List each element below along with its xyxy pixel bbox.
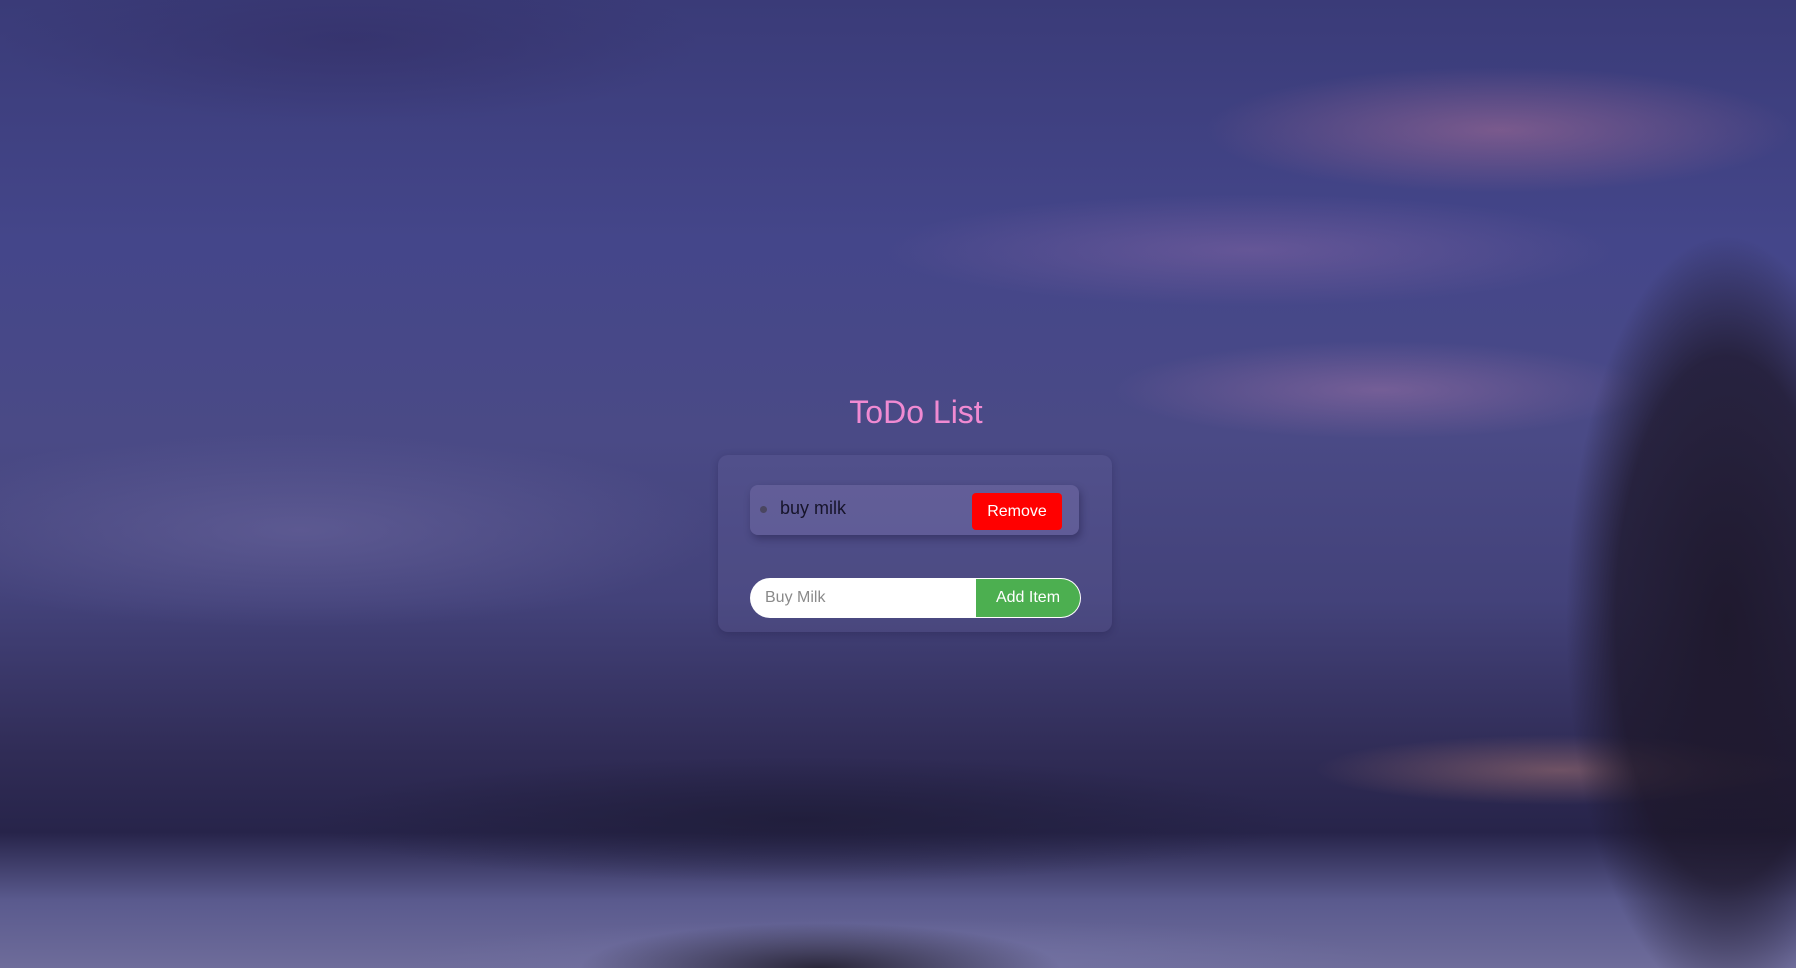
page-title: ToDo List: [849, 394, 983, 430]
todo-item-text: buy milk: [780, 498, 847, 518]
new-item-input[interactable]: [750, 578, 976, 618]
todo-item: buy milk Remove: [750, 485, 1079, 535]
bullet-icon: [760, 506, 767, 513]
remove-button[interactable]: Remove: [972, 493, 1062, 530]
todo-card: buy milk Remove Add Item: [718, 455, 1112, 632]
add-item-form: Add Item: [750, 578, 1081, 618]
background-cliff: [1516, 140, 1796, 968]
background-rocks: [500, 900, 1200, 968]
add-item-button[interactable]: Add Item: [976, 578, 1081, 618]
